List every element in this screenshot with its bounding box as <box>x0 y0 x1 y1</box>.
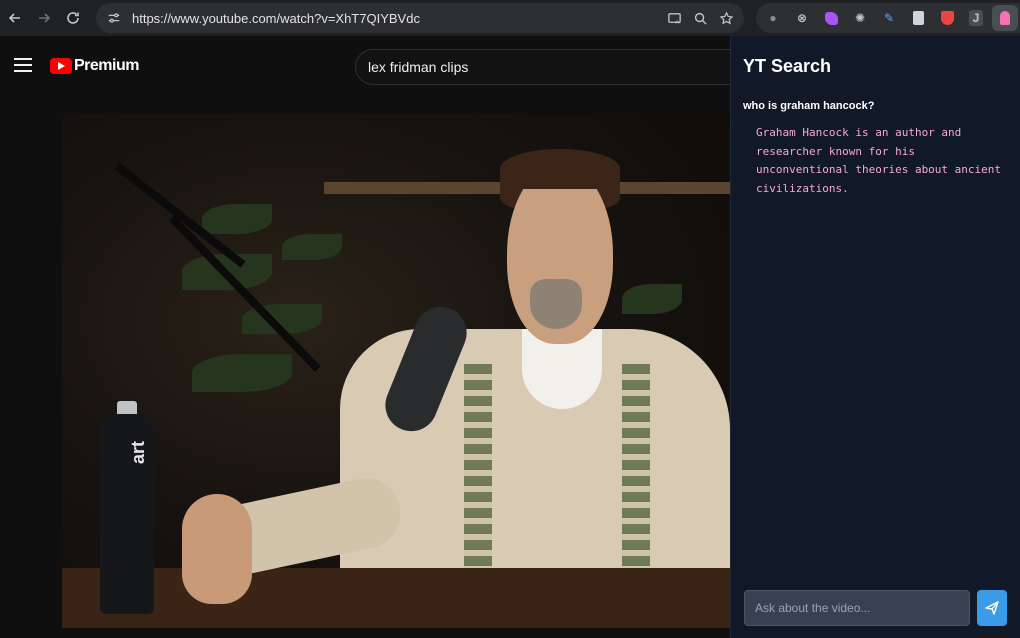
send-button[interactable] <box>977 590 1007 626</box>
back-button[interactable] <box>2 5 28 31</box>
extension-shield-icon[interactable] <box>934 5 960 31</box>
plant-leaf <box>622 284 682 314</box>
reload-button[interactable] <box>60 5 86 31</box>
person-hair-top <box>500 149 620 189</box>
logo-text: Premium <box>74 57 139 74</box>
send-icon <box>985 601 999 615</box>
extension-dropper-icon[interactable]: ● <box>760 5 786 31</box>
extension-purple-icon[interactable] <box>818 5 844 31</box>
cast-icon[interactable] <box>664 8 684 28</box>
url-text: https://www.youtube.com/watch?v=XhT7QIYB… <box>132 10 420 26</box>
bookmark-star-icon[interactable] <box>716 8 736 28</box>
extension-circle-x-icon[interactable]: ⊗ <box>789 5 815 31</box>
panel-title: YT Search <box>743 56 832 76</box>
plant-leaf <box>202 204 272 234</box>
extension-j-icon[interactable]: J <box>963 5 989 31</box>
menu-icon[interactable] <box>14 58 32 72</box>
address-bar[interactable]: https://www.youtube.com/watch?v=XhT7QIYB… <box>96 3 744 33</box>
arrow-right-icon <box>39 13 51 23</box>
user-question: who is graham hancock? <box>743 100 875 112</box>
ask-input[interactable] <box>744 590 970 626</box>
extensions-bar: ● ⊗ ✺ ✎ J <box>756 3 1020 33</box>
youtube-logo[interactable]: Premium <box>50 57 139 75</box>
arrow-left-icon <box>8 13 20 23</box>
extension-yt-search-icon[interactable] <box>992 5 1018 31</box>
assistant-answer: Graham Hancock is an author and research… <box>756 126 1002 195</box>
youtube-header: Premium lex fridman clips <box>0 36 755 98</box>
forward-button[interactable] <box>31 5 57 31</box>
desk <box>62 568 730 628</box>
youtube-search-input[interactable]: lex fridman clips <box>355 49 755 85</box>
plant-leaf <box>192 354 292 392</box>
youtube-play-icon <box>50 58 72 74</box>
zoom-icon[interactable] <box>690 8 710 28</box>
browser-toolbar: https://www.youtube.com/watch?v=XhT7QIYB… <box>0 0 1020 36</box>
person-hand <box>182 494 252 604</box>
person-beard <box>530 279 582 329</box>
extension-eyedropper-icon[interactable]: ✎ <box>876 5 902 31</box>
site-settings-icon[interactable] <box>104 8 124 28</box>
bottle-label: art <box>128 440 148 464</box>
yt-search-panel: YT Search who is graham hancock? Graham … <box>730 36 1020 638</box>
reload-icon <box>67 12 79 24</box>
extension-react-icon[interactable]: ✺ <box>847 5 873 31</box>
extension-document-icon[interactable] <box>905 5 931 31</box>
plant-leaf <box>282 234 342 260</box>
video-player[interactable]: art <box>62 114 730 628</box>
